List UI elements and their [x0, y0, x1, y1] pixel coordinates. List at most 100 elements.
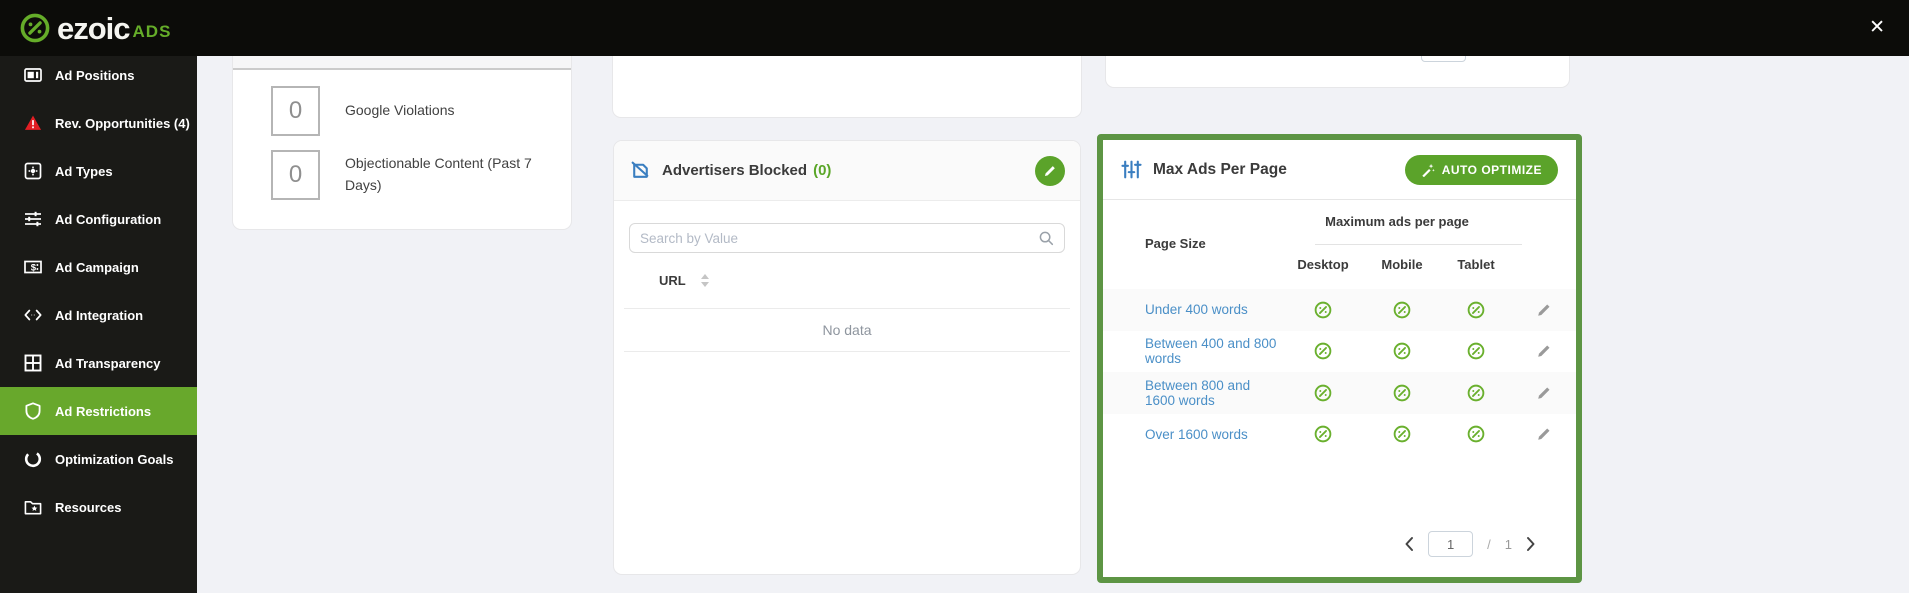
search-icon[interactable] [1039, 231, 1054, 246]
tablet-column-header: Tablet [1441, 257, 1511, 272]
auto-optimize-button[interactable]: AUTO OPTIMIZE [1405, 155, 1558, 185]
desktop-column-header: Desktop [1283, 257, 1363, 272]
warning-triangle-icon [24, 114, 42, 132]
ezoic-auto-icon [1314, 384, 1332, 402]
gear-square-icon [24, 162, 42, 180]
advertisers-blocked-count: (0) [813, 162, 831, 179]
sidebar-item-rev-opportunities[interactable]: Rev. Opportunities (4) [0, 99, 197, 147]
max-ads-group-header: Maximum ads per page [1283, 214, 1511, 229]
url-header-label: URL [659, 273, 686, 288]
table-row-over-1600: Over 1600 words [1103, 414, 1576, 456]
objectionable-content-label: Objectionable Content (Past 7 Days) [345, 153, 563, 196]
objectionable-content-count: 0 [271, 150, 320, 200]
empty-state-text: No data [614, 309, 1080, 351]
sidebar-item-ad-configuration[interactable]: Ad Configuration [0, 195, 197, 243]
sidebar-item-ad-transparency[interactable]: Ad Transparency [0, 339, 197, 387]
next-page-icon[interactable] [1526, 536, 1536, 552]
ezoic-auto-icon [1393, 342, 1411, 360]
max-ads-header: Max Ads Per Page AUTO OPTIMIZE [1103, 140, 1576, 200]
ezoic-auto-icon [1393, 384, 1411, 402]
sidebar-item-label: Ad Positions [55, 68, 134, 83]
sidebar-item-label: Ad Configuration [55, 212, 161, 227]
brand-name: ezoic [57, 13, 130, 44]
svg-text:$: $ [31, 263, 37, 274]
close-icon[interactable]: ✕ [1865, 14, 1889, 41]
page-size-link[interactable]: Over 1600 words [1103, 427, 1283, 442]
edit-row-icon[interactable] [1536, 343, 1552, 359]
auto-optimize-label: AUTO OPTIMIZE [1442, 163, 1542, 177]
mobile-column-header: Mobile [1363, 257, 1441, 272]
edit-row-icon[interactable] [1536, 426, 1552, 442]
url-column-header: URL [614, 253, 1080, 308]
sidebar-item-label: Ad Restrictions [55, 404, 151, 419]
divider [1315, 244, 1522, 245]
brand-suffix: ADS [133, 22, 172, 42]
max-ads-pagination: / 1 [1404, 531, 1536, 557]
sort-asc-icon[interactable] [701, 274, 709, 279]
sidebar-item-optimization-goals[interactable]: Optimization Goals [0, 435, 197, 483]
page-separator: / [1487, 537, 1491, 552]
code-icon [24, 306, 42, 324]
ezoic-auto-icon [1467, 425, 1485, 443]
edit-advertisers-button[interactable] [1035, 156, 1065, 186]
sidebar-item-ad-restrictions[interactable]: Ad Restrictions [0, 387, 197, 435]
table-row-400-800: Between 400 and 800 words [1103, 331, 1576, 373]
edit-row-icon[interactable] [1536, 302, 1552, 318]
google-violations-row: 0 Google Violations [271, 86, 571, 136]
edit-row-icon[interactable] [1536, 385, 1552, 401]
magic-wand-icon [1421, 163, 1435, 177]
sidebar-item-ad-types[interactable]: Ad Types [0, 147, 197, 195]
google-violations-label: Google Violations [345, 100, 563, 122]
sidebar-item-label: Rev. Opportunities (4) [55, 116, 190, 131]
page-size-link[interactable]: Between 800 and 1600 words [1103, 378, 1283, 408]
max-ads-table-header: Page Size Maximum ads per page Desktop M… [1103, 200, 1576, 289]
advertisers-blocked-header: Advertisers Blocked (0) [614, 141, 1080, 201]
divider [624, 351, 1070, 352]
page-size-link[interactable]: Under 400 words [1103, 302, 1283, 317]
advertisers-search [629, 223, 1065, 253]
sidebar-item-label: Resources [55, 500, 121, 515]
prev-page-icon[interactable] [1404, 536, 1414, 552]
max-ads-per-page-card: Max Ads Per Page AUTO OPTIMIZE Page Size… [1097, 134, 1582, 583]
page-number-input[interactable] [1428, 531, 1473, 557]
sidebar-item-resources[interactable]: Resources [0, 483, 197, 531]
sidebar: Ad Positions Rev. Opportunities (4) Ad T… [0, 56, 197, 593]
sliders-icon [24, 210, 42, 228]
sidebar-item-label: Ad Campaign [55, 260, 139, 275]
sidebar-item-label: Ad Transparency [55, 356, 161, 371]
progress-ring-icon [24, 450, 42, 468]
advertiser-blocked-icon [629, 159, 652, 182]
ezoic-auto-icon [1393, 425, 1411, 443]
max-ads-title: Max Ads Per Page [1153, 161, 1287, 179]
sidebar-item-label: Optimization Goals [55, 452, 173, 467]
advertisers-blocked-card: Advertisers Blocked (0) URL No data [613, 140, 1081, 575]
ezoic-auto-icon [1393, 301, 1411, 319]
table-row-800-1600: Between 800 and 1600 words [1103, 372, 1576, 414]
sidebar-item-ad-campaign[interactable]: $ Ad Campaign [0, 243, 197, 291]
ezoic-auto-icon [1467, 301, 1485, 319]
pencil-icon [1043, 164, 1057, 178]
grid-icon [24, 354, 42, 372]
search-input[interactable] [640, 231, 1039, 246]
sidebar-item-label: Ad Integration [55, 308, 143, 323]
ezoic-ads-logo: ezoic ADS [20, 13, 171, 44]
page-size-link[interactable]: Between 400 and 800 words [1103, 336, 1283, 366]
topbar: ezoic ADS ✕ [0, 0, 1909, 56]
sort-desc-icon[interactable] [701, 282, 709, 287]
sidebar-item-ad-positions[interactable]: Ad Positions [0, 51, 197, 99]
ad-positions-icon [24, 66, 42, 84]
sidebar-item-ad-integration[interactable]: Ad Integration [0, 291, 197, 339]
table-row-under-400: Under 400 words [1103, 289, 1576, 331]
sidebar-item-label: Ad Types [55, 164, 113, 179]
sort-carets[interactable] [701, 274, 709, 287]
page-total: 1 [1505, 537, 1512, 552]
ezoic-auto-icon [1467, 342, 1485, 360]
google-violations-count: 0 [271, 86, 320, 136]
advertisers-blocked-title: Advertisers Blocked [662, 162, 807, 179]
dollar-card-icon: $ [24, 258, 42, 276]
objectionable-content-row: 0 Objectionable Content (Past 7 Days) [271, 150, 571, 200]
max-ads-sliders-icon [1121, 159, 1142, 180]
folder-star-icon [24, 498, 42, 516]
ezoic-auto-icon [1314, 301, 1332, 319]
ezoic-auto-icon [1314, 425, 1332, 443]
